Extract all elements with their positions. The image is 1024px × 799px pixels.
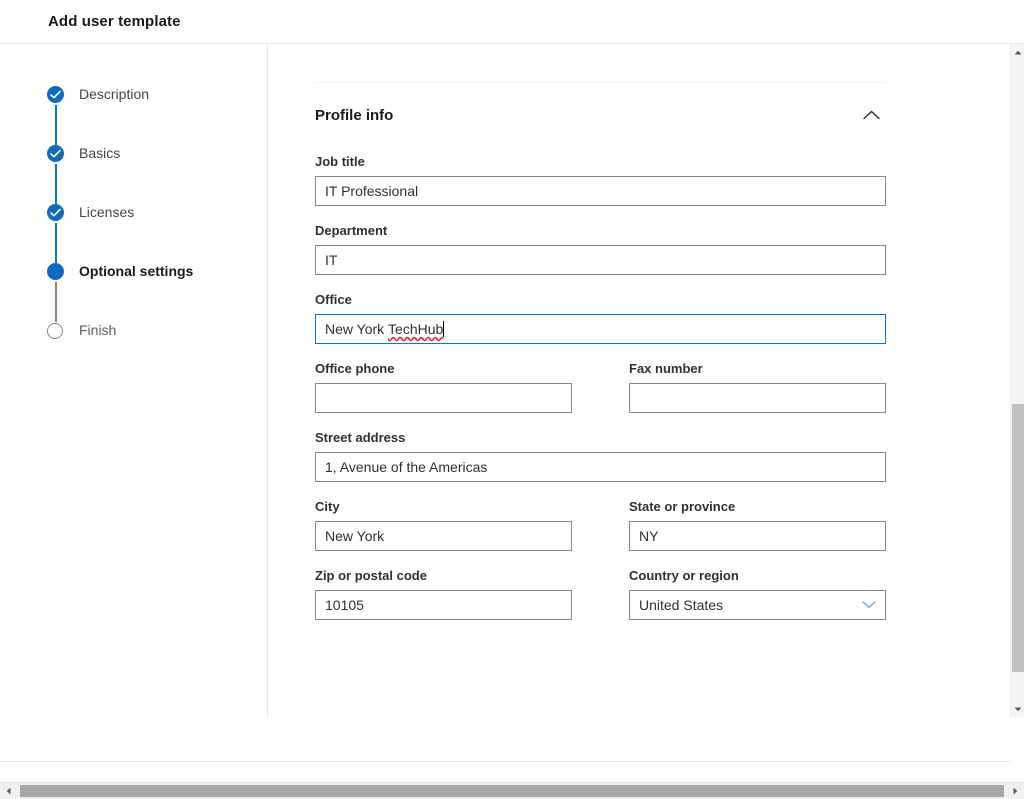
department-input[interactable] xyxy=(315,245,886,275)
wizard-step-rail: Description Basics License xyxy=(0,44,268,717)
check-circle-icon xyxy=(47,145,64,162)
field-state-province: State or province xyxy=(629,498,886,551)
step-marker-optional-settings xyxy=(47,263,64,280)
field-label: Job title xyxy=(315,153,886,171)
section-header-profile-info[interactable]: Profile info xyxy=(315,93,886,137)
job-title-input[interactable] xyxy=(315,176,886,206)
field-fax-number: Fax number xyxy=(629,360,886,413)
field-row-phone-fax: Office phone Fax number xyxy=(315,360,886,413)
step-connector xyxy=(55,223,57,263)
step-connector xyxy=(55,282,57,322)
office-input-text-plain: New York xyxy=(325,321,388,337)
page-title: Add user template xyxy=(48,13,181,30)
field-label: Department xyxy=(315,222,886,240)
field-label: Country or region xyxy=(629,567,886,585)
office-phone-input[interactable] xyxy=(315,383,572,413)
chevron-down-icon[interactable] xyxy=(862,601,876,610)
field-row-department: Department xyxy=(315,222,886,275)
scroll-left-arrow-icon[interactable] xyxy=(0,783,17,799)
zip-postal-code-input[interactable] xyxy=(315,590,572,620)
form-panel: Profile info Job title Department xyxy=(268,44,1010,717)
field-row-zip-country: Zip or postal code Country or region Uni… xyxy=(315,567,886,620)
window-header: Add user template xyxy=(0,0,1024,44)
check-circle-icon xyxy=(47,204,64,221)
section-title: Profile info xyxy=(315,107,393,124)
chevron-up-icon[interactable] xyxy=(863,110,880,120)
field-office: Office New York TechHub xyxy=(315,291,886,344)
scroll-right-arrow-icon[interactable] xyxy=(1007,783,1024,799)
form-content: Profile info Job title Department xyxy=(315,44,886,620)
country-region-value: United States xyxy=(639,597,723,613)
field-city: City xyxy=(315,498,572,551)
wizard-step-label: Description xyxy=(79,84,149,104)
wizard-step-description[interactable]: Description xyxy=(47,84,247,143)
field-row-street-address: Street address xyxy=(315,429,886,482)
step-marker-finish xyxy=(47,322,64,339)
wizard-step-basics[interactable]: Basics xyxy=(47,143,247,202)
horizontal-scrollbar[interactable] xyxy=(0,782,1024,799)
step-connector xyxy=(55,164,57,204)
office-input[interactable]: New York TechHub xyxy=(315,314,886,344)
field-department: Department xyxy=(315,222,886,275)
field-label: Zip or postal code xyxy=(315,567,572,585)
field-label: Street address xyxy=(315,429,886,447)
filled-circle-icon xyxy=(47,263,64,280)
field-street-address: Street address xyxy=(315,429,886,482)
field-row-city-state: City State or province xyxy=(315,498,886,551)
vertical-scrollbar[interactable] xyxy=(1010,44,1024,717)
empty-circle-icon xyxy=(47,323,63,339)
city-input[interactable] xyxy=(315,521,572,551)
step-marker-description xyxy=(47,86,64,103)
horizontal-scrollbar-thumb[interactable] xyxy=(20,785,1004,797)
country-region-select[interactable]: United States xyxy=(629,590,886,620)
step-marker-basics xyxy=(47,145,64,162)
wizard-step-list: Description Basics License xyxy=(47,84,247,346)
step-connector xyxy=(55,105,57,145)
scroll-down-arrow-icon[interactable] xyxy=(1011,701,1024,717)
wizard-step-label: Basics xyxy=(79,143,120,163)
fax-number-input[interactable] xyxy=(629,383,886,413)
wizard-step-finish[interactable]: Finish xyxy=(47,320,247,346)
check-circle-icon xyxy=(47,86,64,103)
step-marker-licenses xyxy=(47,204,64,221)
wizard-step-label: Optional settings xyxy=(79,261,193,281)
vertical-scrollbar-thumb[interactable] xyxy=(1012,404,1024,672)
field-label: City xyxy=(315,498,572,516)
scroll-up-arrow-icon[interactable] xyxy=(1011,44,1024,60)
street-address-input[interactable] xyxy=(315,452,886,482)
field-country-region: Country or region United States xyxy=(629,567,886,620)
office-input-text-misspelled: TechHub xyxy=(388,321,443,337)
wizard-step-optional-settings[interactable]: Optional settings xyxy=(47,261,247,320)
field-label: Fax number xyxy=(629,360,886,378)
field-office-phone: Office phone xyxy=(315,360,572,413)
field-label: Office phone xyxy=(315,360,572,378)
field-label: State or province xyxy=(629,498,886,516)
wizard-body: Description Basics License xyxy=(0,44,1010,717)
field-label: Office xyxy=(315,291,886,309)
wizard-step-label: Finish xyxy=(79,320,116,340)
wizard-step-label: Licenses xyxy=(79,202,134,222)
state-province-input[interactable] xyxy=(629,521,886,551)
field-row-job-title: Job title xyxy=(315,153,886,206)
field-zip-postal-code: Zip or postal code xyxy=(315,567,572,620)
wizard-step-licenses[interactable]: Licenses xyxy=(47,202,247,261)
text-caret xyxy=(443,321,444,337)
field-job-title: Job title xyxy=(315,153,886,206)
section-divider xyxy=(315,82,886,83)
field-row-office: Office New York TechHub xyxy=(315,291,886,344)
